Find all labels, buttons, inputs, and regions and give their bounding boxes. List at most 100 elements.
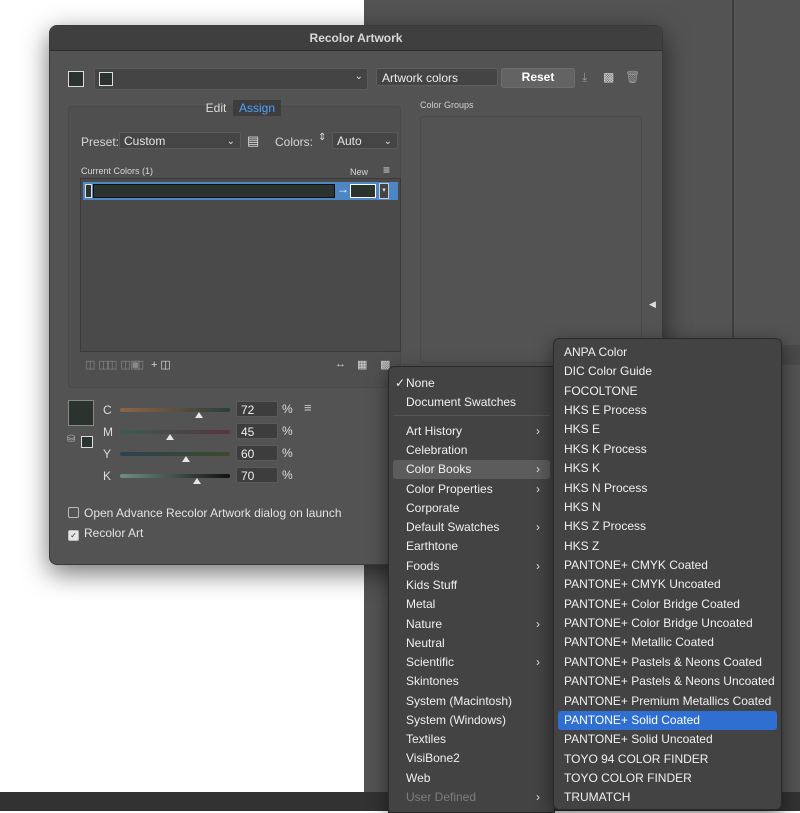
slider-m[interactable]: M 45 % (100, 422, 320, 442)
current-colors-table[interactable]: → ▾ (80, 178, 401, 352)
random-order-icon[interactable]: ↔ (335, 358, 349, 370)
colors-stepper-icon[interactable]: ⇕ (318, 132, 326, 143)
menu-item-toyo-color-finder[interactable]: TOYO COLOR FINDER (558, 769, 777, 788)
value-input[interactable]: 60 (236, 445, 278, 461)
menu-item-nature[interactable]: Nature › (393, 615, 550, 634)
slider-thumb[interactable] (195, 412, 204, 418)
menu-item-color-books[interactable]: Color Books › (393, 460, 550, 479)
active-color-swatch[interactable] (68, 71, 84, 87)
recolor-art-checkbox-row[interactable]: ✓ Recolor Art (68, 526, 143, 542)
slider-thumb[interactable] (165, 434, 174, 440)
menu-item-hks-n[interactable]: HKS N (558, 498, 777, 517)
menu-item-pantone-pastels-neons-uncoated[interactable]: PANTONE+ Pastels & Neons Uncoated (558, 672, 777, 691)
menu-item-pantone-metallic-coated[interactable]: PANTONE+ Metallic Coated (558, 633, 777, 652)
preset-dropdown[interactable]: Custom ⌄ (119, 132, 241, 149)
slider-track[interactable] (120, 430, 230, 434)
menu-item-label: Art History (406, 424, 463, 438)
slider-k[interactable]: K 70 % (100, 466, 320, 486)
tab-edit[interactable]: Edit (200, 100, 232, 116)
slider-c[interactable]: C 72 % (100, 400, 320, 420)
menu-item-web[interactable]: Web (393, 769, 550, 788)
menu-item-art-history[interactable]: Art History › (393, 422, 550, 441)
menu-item-pantone-cmyk-coated[interactable]: PANTONE+ CMYK Coated (558, 556, 777, 575)
gamut-cube-icon[interactable]: ⛁ (67, 434, 75, 445)
save-color-group-icon[interactable]: ⤓ (582, 70, 587, 85)
slider-thumb[interactable] (193, 478, 201, 484)
menu-item-hks-n-process[interactable]: HKS N Process (558, 479, 777, 498)
open-advance-checkbox-row[interactable]: Open Advance Recolor Artwork dialog on l… (68, 506, 342, 522)
menu-item-dic-color-guide[interactable]: DIC Color Guide (558, 362, 777, 381)
new-row-icon[interactable]: +◫ (151, 358, 174, 371)
menu-item-metal[interactable]: Metal (393, 595, 550, 614)
menu-item-neutral[interactable]: Neutral (393, 634, 550, 653)
slider-track[interactable] (120, 474, 230, 478)
menu-item-hks-k[interactable]: HKS K (558, 459, 777, 478)
menu-item-pantone-solid-coated[interactable]: PANTONE+ Solid Coated (558, 710, 777, 730)
menu-item-focoltone[interactable]: FOCOLTONE (558, 382, 777, 401)
menu-item-hks-k-process[interactable]: HKS K Process (558, 440, 777, 459)
menu-item-label: Web (406, 771, 431, 785)
menu-item-none[interactable]: ✓ None (393, 374, 550, 393)
value-input[interactable]: 45 (236, 423, 278, 439)
preset-options-icon[interactable]: ▤ (247, 133, 259, 149)
slider-track[interactable] (120, 452, 230, 456)
menu-item-pantone-premium-metallics-coated[interactable]: PANTONE+ Premium Metallics Coated (558, 692, 777, 711)
menu-item-skintones[interactable]: Skintones (393, 672, 550, 691)
menu-item-trumatch[interactable]: TRUMATCH (558, 788, 777, 807)
checkbox-open-advance[interactable] (68, 507, 79, 518)
artwork-colors-button[interactable]: Artwork colors (376, 68, 498, 86)
tab-assign[interactable]: Assign (233, 100, 281, 116)
delete-color-group-icon[interactable]: 🗑︎ (625, 70, 640, 84)
selected-color-preview[interactable] (68, 400, 94, 426)
checkbox-recolor-art[interactable]: ✓ (68, 530, 79, 541)
colors-dropdown[interactable]: Auto ⌄ (332, 132, 398, 149)
menu-item-system-windows[interactable]: System (Windows) (393, 711, 550, 730)
menu-item-pantone-pastels-neons-coated[interactable]: PANTONE+ Pastels & Neons Coated (558, 653, 777, 672)
menu-item-celebration[interactable]: Celebration (393, 441, 550, 460)
new-color-group-folder-icon[interactable]: ▩ (603, 70, 614, 84)
menu-item-system-macintosh[interactable]: System (Macintosh) (393, 692, 550, 711)
random-saturation-icon[interactable]: ▦ (357, 358, 370, 371)
menu-item-toyo-94-color-finder[interactable]: TOYO 94 COLOR FINDER (558, 750, 777, 769)
menu-item-pantone-solid-uncoated[interactable]: PANTONE+ Solid Uncoated (558, 730, 777, 749)
menu-item-hks-e[interactable]: HKS E (558, 420, 777, 439)
menu-icon[interactable]: ≡ (383, 163, 390, 177)
value-input[interactable]: 70 (236, 467, 278, 483)
arrow-right-icon[interactable]: → (337, 182, 349, 196)
collapse-arrow-icon[interactable]: ◀ (649, 299, 656, 310)
menu-item-foods[interactable]: Foods › (393, 557, 550, 576)
menu-item-pantone-cmyk-uncoated[interactable]: PANTONE+ CMYK Uncoated (558, 575, 777, 594)
menu-item-scientific[interactable]: Scientific › (393, 653, 550, 672)
menu-item-document-swatches[interactable]: Document Swatches (393, 393, 550, 412)
exclude-color-icon[interactable]: ▣ (130, 358, 143, 371)
color-groups-list[interactable] (420, 116, 642, 363)
menu-item-pantone-color-bridge-uncoated[interactable]: PANTONE+ Color Bridge Uncoated (558, 614, 777, 633)
out-of-gamut-swatch[interactable] (81, 436, 93, 448)
current-color-bar[interactable] (93, 184, 335, 198)
menu-item-hks-z-process[interactable]: HKS Z Process (558, 517, 777, 536)
slider-options-icon[interactable]: ≡ (304, 400, 312, 415)
menu-item-hks-e-process[interactable]: HKS E Process (558, 401, 777, 420)
menu-item-hks-z[interactable]: HKS Z (558, 537, 777, 556)
reset-button[interactable]: Reset (501, 68, 575, 88)
menu-item-earthtone[interactable]: Earthtone (393, 537, 550, 556)
menu-item-corporate[interactable]: Corporate (393, 499, 550, 518)
slider-track[interactable] (120, 408, 230, 412)
menu-item-label: PANTONE+ Premium Metallics Coated (564, 693, 772, 708)
table-row[interactable]: → ▾ (83, 182, 398, 200)
slider-y[interactable]: Y 60 % (100, 444, 320, 464)
menu-item-textiles[interactable]: Textiles (393, 730, 550, 749)
menu-item-color-properties[interactable]: Color Properties › (393, 480, 550, 499)
new-color-dropdown[interactable]: ▾ (379, 183, 389, 199)
value-input[interactable]: 72 (236, 401, 278, 417)
menu-item-label: ANPA Color (564, 345, 628, 359)
menu-item-pantone-color-bridge-coated[interactable]: PANTONE+ Color Bridge Coated (558, 595, 777, 614)
harmony-rules-dropdown[interactable]: ⌄ (94, 68, 368, 90)
menu-item-visibone2[interactable]: VisiBone2 (393, 749, 550, 768)
menu-item-default-swatches[interactable]: Default Swatches › (393, 518, 550, 537)
color-row-handle[interactable] (85, 184, 92, 198)
new-color-swatch[interactable] (350, 184, 376, 198)
menu-item-kids-stuff[interactable]: Kids Stuff (393, 576, 550, 595)
slider-thumb[interactable] (182, 456, 190, 462)
menu-item-anpa-color[interactable]: ANPA Color (558, 343, 777, 362)
